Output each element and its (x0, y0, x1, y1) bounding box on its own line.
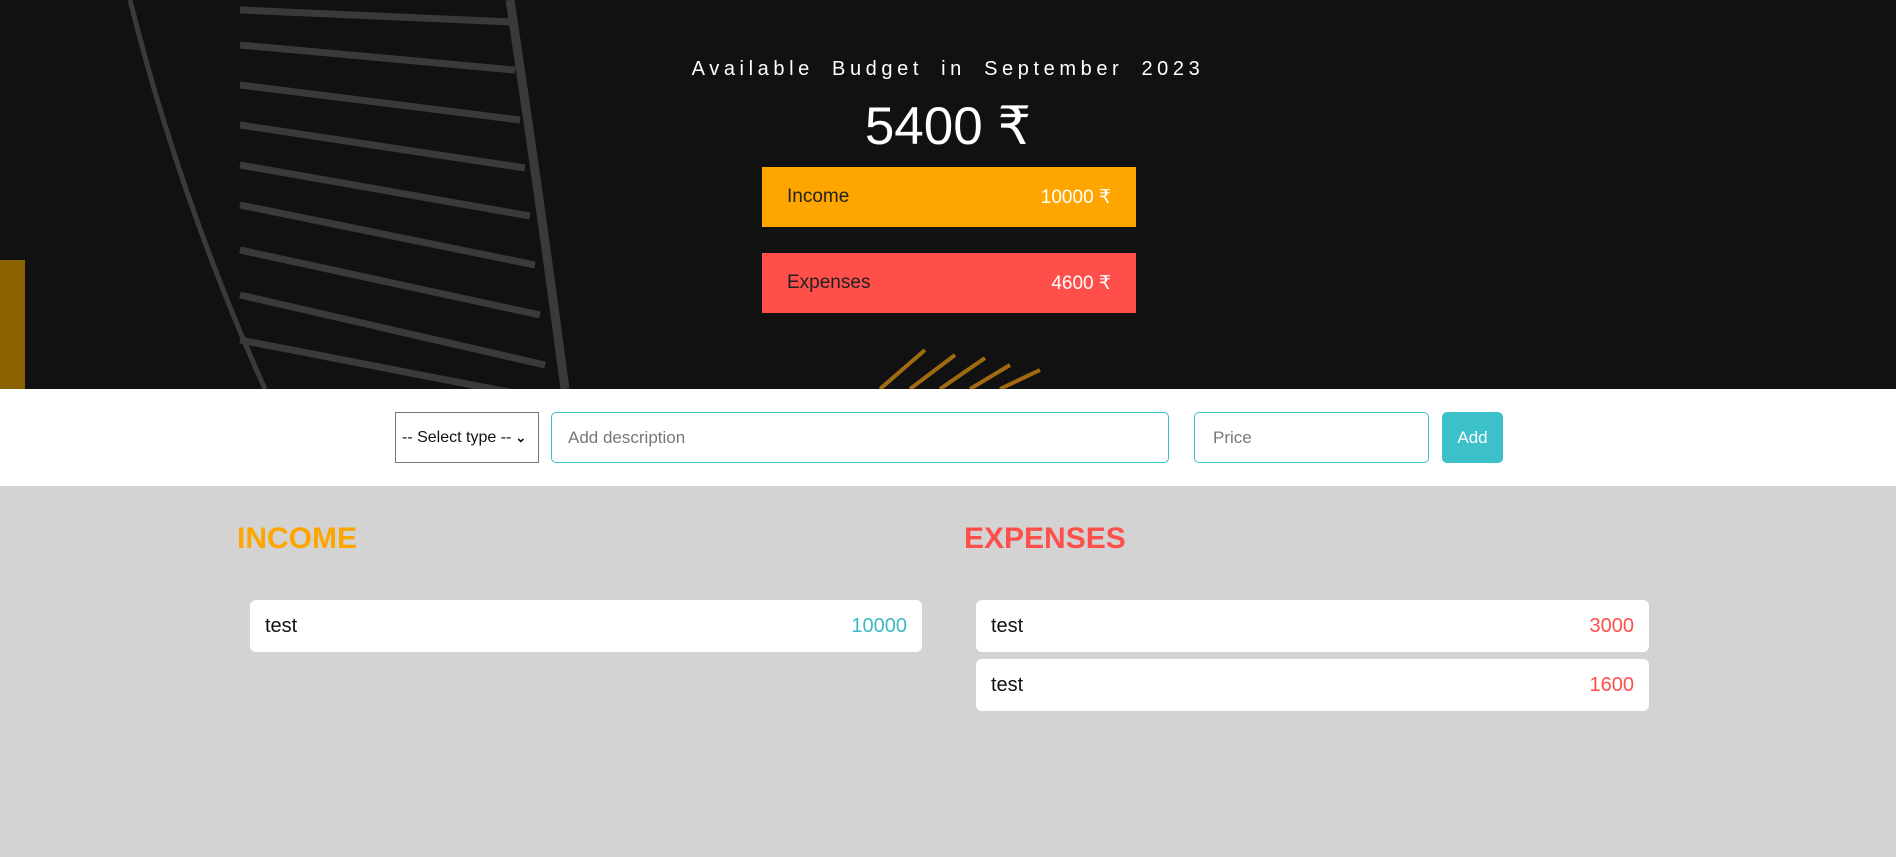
expenses-heading: EXPENSES (964, 522, 1126, 555)
item-amount: 1600 (1589, 673, 1635, 696)
hero-banner: Available Budget in September 2023 5400 … (0, 0, 1896, 389)
expenses-summary-value: 4600 ₹ (1051, 272, 1111, 294)
income-list-item: test 10000 (250, 600, 922, 652)
available-budget-amount: 5400 ₹ (864, 97, 1032, 156)
type-select[interactable]: -- Select type -- ⌄ (395, 412, 539, 463)
expense-list-item: test 1600 (976, 659, 1649, 711)
item-amount: 10000 (851, 614, 907, 637)
expenses-summary: Expenses 4600 ₹ (762, 253, 1136, 313)
price-input[interactable]: Price (1194, 412, 1429, 463)
income-summary-value: 10000 ₹ (1040, 186, 1111, 208)
item-amount: 3000 (1589, 614, 1635, 637)
item-description: test (991, 614, 1024, 637)
item-description: test (265, 614, 298, 637)
chevron-down-icon: ⌄ (515, 429, 527, 445)
type-select-value: -- Select type -- (402, 428, 512, 446)
income-heading: INCOME (237, 522, 357, 555)
income-summary: Income 10000 ₹ (762, 167, 1136, 227)
add-entry-form: -- Select type -- ⌄ Add description Price… (0, 389, 1896, 486)
item-description: test (991, 673, 1024, 696)
add-button[interactable]: Add (1442, 412, 1503, 463)
description-input[interactable]: Add description (551, 412, 1169, 463)
expense-list-item: test 3000 (976, 600, 1649, 652)
income-summary-label: Income (787, 186, 850, 207)
expenses-summary-label: Expenses (787, 272, 871, 293)
budget-title: Available Budget in September 2023 (691, 58, 1205, 80)
